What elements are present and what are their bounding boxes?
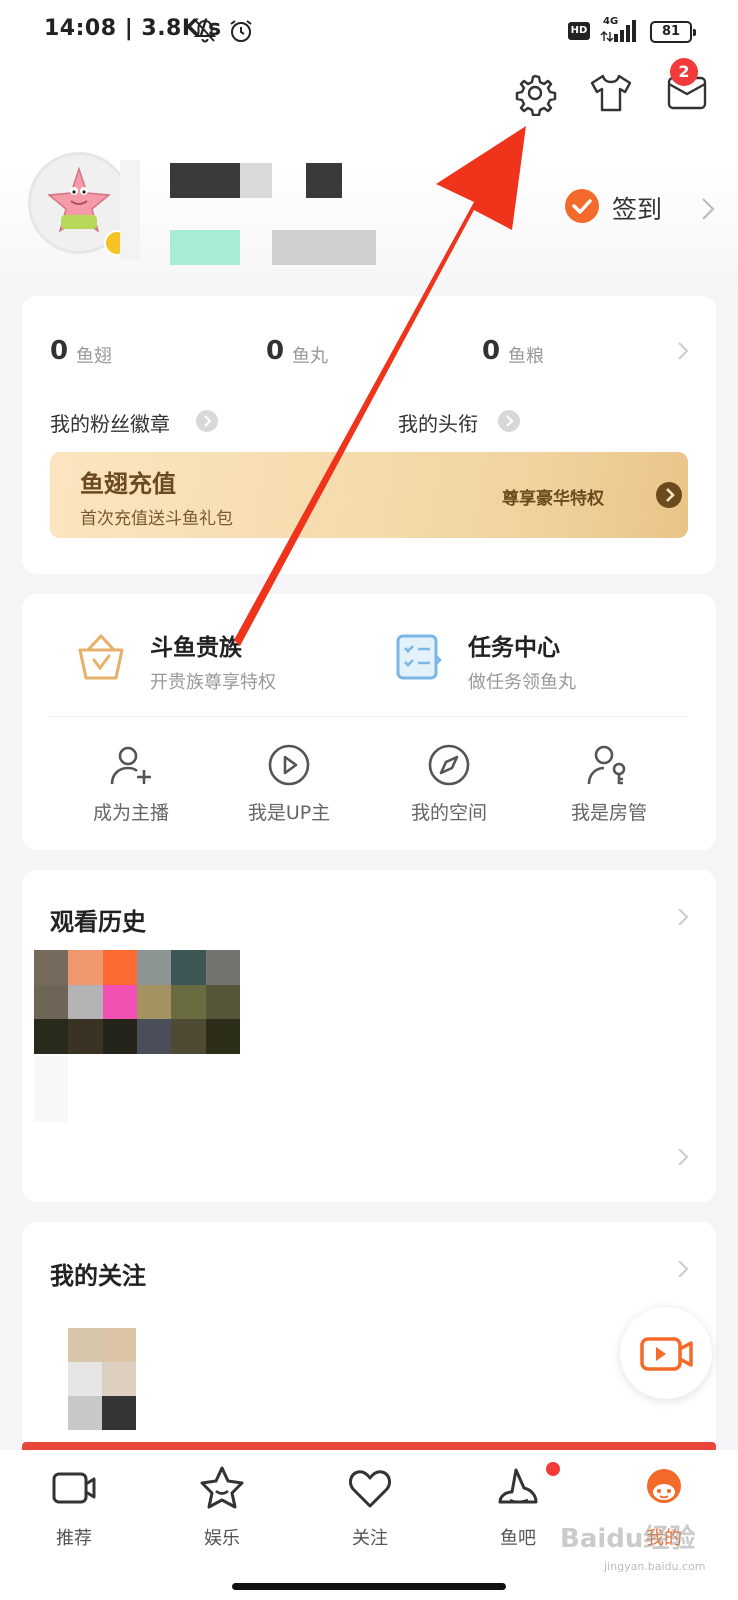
task-center-title[interactable]: 任务中心 [468,628,560,662]
mute-bell-icon [193,19,217,43]
divider [50,716,688,717]
battery-indicator: 81 [650,21,696,43]
tab-entertainment-label: 娱乐 [204,1528,240,1549]
yuchi-label[interactable]: 鱼翅 [76,342,112,368]
history-thumbnail-blurred[interactable] [34,950,240,1054]
baidu-watermark: Baidu经验 [560,1524,696,1554]
tab-fishbar-dot [546,1462,560,1476]
promo-banner-edge [22,1442,716,1450]
baidu-watermark-url: jingyan.baidu.com [604,1560,706,1573]
chevron-right-icon[interactable] [700,196,716,222]
nobility-title[interactable]: 斗鱼贵族 [150,628,242,662]
tab-recommend[interactable]: 推荐 [0,1450,148,1570]
chevron-right-icon[interactable] [676,340,690,362]
start-live-fab[interactable] [620,1307,712,1399]
username-blurred [306,163,342,198]
video-camera-icon [640,1337,693,1371]
level-badge-blurred [170,230,240,265]
level-badge-blurred [272,230,376,265]
status-bar: 14:08 | 3.8K/s HD 4G 81 [0,0,738,64]
chevron-right-icon[interactable] [676,1258,690,1280]
nobility-crown-icon[interactable] [74,630,128,684]
star-face-icon [200,1466,244,1509]
username-blurred [120,160,140,260]
compass-icon[interactable] [426,742,472,788]
gear-icon[interactable] [512,70,558,116]
yuliang-count[interactable]: 0 [482,336,500,366]
alarm-icon [230,20,252,42]
up-creator-label[interactable]: 我是UP主 [224,798,354,825]
signin-label[interactable]: 签到 [612,190,662,226]
user-key-icon[interactable] [586,742,632,788]
recharge-banner[interactable]: 鱼翅充值 首次充值送斗鱼礼包 尊享豪华特权 [50,452,688,538]
user-plus-icon[interactable] [108,742,154,788]
watch-history-title[interactable]: 观看历史 [50,902,146,937]
mail-badge: 2 [670,58,698,86]
fish-hat-icon [498,1468,538,1504]
task-list-icon[interactable] [392,630,446,684]
become-streamer-label[interactable]: 成为主播 [66,798,196,825]
profile-mascot-icon [647,1469,681,1503]
tab-recommend-label: 推荐 [56,1528,92,1549]
following-title[interactable]: 我的关注 [50,1256,146,1291]
nobility-subtitle: 开贵族尊享特权 [150,672,276,693]
username-blurred [240,163,272,198]
check-circle-icon [565,189,599,223]
chevron-right-icon[interactable] [676,1146,690,1168]
room-admin-label[interactable]: 我是房管 [544,798,674,825]
fan-badge-link[interactable]: 我的粉丝徽章 [50,408,170,437]
title-link[interactable]: 我的头衔 [398,408,478,437]
chevron-right-icon[interactable] [676,906,690,928]
following-avatar-blurred[interactable] [68,1328,136,1430]
yuwan-label[interactable]: 鱼丸 [292,342,328,368]
recharge-cta[interactable]: 尊享豪华特权 [502,484,604,509]
chevron-right-icon[interactable] [196,410,218,432]
username-blurred [170,163,240,198]
tab-following-label: 关注 [352,1528,388,1549]
tv-icon [52,1472,96,1504]
heart-icon [349,1470,391,1508]
play-circle-icon[interactable] [266,742,312,788]
home-indicator[interactable] [232,1583,506,1590]
hd-badge: HD [568,22,590,40]
chevron-right-icon[interactable] [498,410,520,432]
yuwan-count[interactable]: 0 [266,336,284,366]
signal-icon [600,20,636,42]
my-space-label[interactable]: 我的空间 [384,798,514,825]
recharge-subtitle: 首次充值送斗鱼礼包 [80,509,233,529]
tab-entertainment[interactable]: 娱乐 [148,1450,296,1570]
yuliang-label[interactable]: 鱼粮 [508,342,544,368]
history-item-blurred [34,1056,68,1122]
shirt-icon[interactable] [588,70,634,116]
tab-following[interactable]: 关注 [296,1450,444,1570]
chevron-right-icon[interactable] [656,482,682,508]
task-center-subtitle: 做任务领鱼丸 [468,672,576,693]
yuchi-count[interactable]: 0 [50,336,68,366]
recharge-title: 鱼翅充值 [80,470,176,498]
